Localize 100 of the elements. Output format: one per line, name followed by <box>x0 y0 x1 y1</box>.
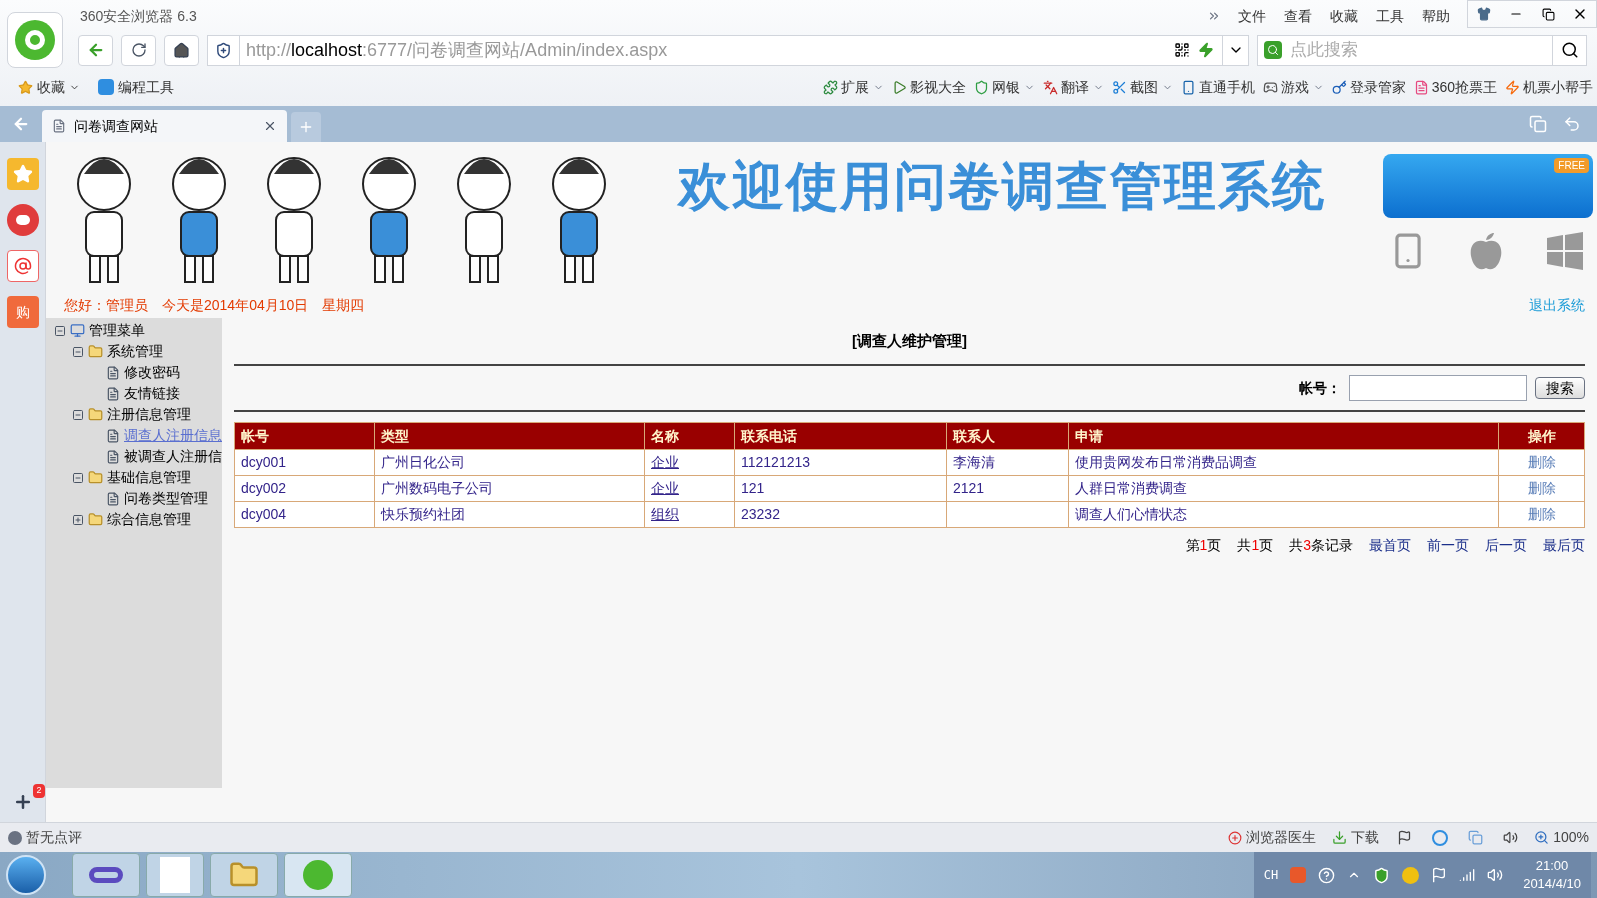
pager-info: 第1页 <box>1185 535 1222 555</box>
network-icon[interactable] <box>1459 867 1476 883</box>
download-icon <box>1332 830 1348 845</box>
zoom-level[interactable]: 100% <box>1553 827 1589 848</box>
toolbar-item[interactable]: 机票小帮手 <box>1523 76 1593 98</box>
volume-icon[interactable] <box>1503 830 1519 845</box>
start-button[interactable] <box>6 855 46 895</box>
delete-link[interactable]: 删除 <box>1527 478 1556 499</box>
toolbar-item[interactable]: 翻译 <box>1060 76 1104 98</box>
menu-item[interactable]: 修改密码 <box>124 362 180 383</box>
bookmark-item[interactable]: 编程工具 <box>118 76 174 98</box>
menu-item[interactable]: 帮助 <box>1413 5 1459 27</box>
type-link[interactable]: 组织 <box>651 504 679 525</box>
pager-link[interactable]: 最后页 <box>1543 534 1585 556</box>
menu-item[interactable]: 友情链接 <box>124 383 180 404</box>
table-cell-text: 调查人们心情状态 <box>1075 505 1187 524</box>
table-cell-text: 李海清 <box>953 453 995 472</box>
window-icon[interactable] <box>1529 115 1547 133</box>
menu-item[interactable]: 管理菜单 <box>89 320 145 341</box>
folder-icon <box>88 344 103 359</box>
menu-item[interactable]: 注册信息管理 <box>107 404 191 425</box>
collapse-icon[interactable] <box>72 345 84 358</box>
volume-icon[interactable] <box>1487 867 1504 883</box>
collapse-icon[interactable] <box>72 408 84 421</box>
address-bar[interactable]: http://localhost:6777/问卷调查网站/Admin/index.aspx <box>207 34 1249 66</box>
menu-item[interactable]: 被调查人注册信 <box>124 446 222 467</box>
plus-icon <box>298 119 314 135</box>
help-icon[interactable] <box>1318 866 1336 884</box>
pager-link[interactable]: 后一页 <box>1485 534 1527 556</box>
back-button[interactable] <box>78 34 113 66</box>
delete-link[interactable]: 删除 <box>1527 452 1556 473</box>
lightning-icon[interactable] <box>1198 42 1214 58</box>
undo-icon[interactable] <box>1563 115 1581 133</box>
mail-icon[interactable] <box>6 250 39 282</box>
toolbar-item[interactable]: 截图 <box>1129 76 1173 98</box>
qr-code-icon[interactable] <box>1174 42 1190 58</box>
table-cell-text: 广州日化公司 <box>381 453 465 472</box>
flag-icon[interactable] <box>1397 830 1413 845</box>
table-cell-text: dcy002 <box>241 479 287 498</box>
delete-link[interactable]: 删除 <box>1527 504 1556 525</box>
table-cell-text: 快乐预约社团 <box>381 505 465 524</box>
bookmark-item[interactable]: 收藏 <box>37 76 80 98</box>
home-button[interactable] <box>164 34 199 66</box>
menu-item[interactable]: 综合信息管理 <box>107 509 191 530</box>
status-item[interactable]: 下载 <box>1351 827 1380 848</box>
toolbar-icon <box>1111 79 1127 95</box>
menu-item[interactable]: 基础信息管理 <box>107 467 191 488</box>
search-engine-icon[interactable] <box>1264 41 1282 59</box>
toolbar-icon <box>1262 79 1278 95</box>
collapse-icon[interactable] <box>72 471 84 484</box>
menu-item[interactable]: 文件 <box>1229 5 1275 27</box>
weibo-icon[interactable] <box>6 204 39 236</box>
close-tab-icon[interactable] <box>263 119 277 133</box>
taskbar-app-icon[interactable] <box>210 853 278 897</box>
folder-icon <box>88 512 103 527</box>
search-field[interactable]: 点此搜索 <box>1257 34 1587 66</box>
window-icon[interactable] <box>1468 830 1484 845</box>
refresh-button[interactable] <box>121 34 156 66</box>
window-title: 360安全浏览器 6.3 <box>80 6 197 26</box>
menu-item[interactable]: 调查人注册信息 <box>124 425 222 446</box>
toolbar-item[interactable]: 登录管家 <box>1349 76 1406 98</box>
taskbar-app-icon[interactable] <box>146 853 204 897</box>
pager-link[interactable]: 最首页 <box>1369 534 1411 556</box>
type-link[interactable]: 企业 <box>651 478 679 499</box>
toolbar-icon <box>1413 79 1429 95</box>
toolbar-item[interactable]: 扩展 <box>840 76 884 98</box>
search-button[interactable]: 搜索 <box>1535 377 1585 399</box>
tray-app-icon[interactable] <box>1402 866 1420 884</box>
search-input[interactable]: 点此搜索 <box>1290 37 1552 63</box>
menu-item[interactable]: 系统管理 <box>107 341 163 362</box>
taskbar-app-icon[interactable] <box>284 853 352 897</box>
expand-icon[interactable] <box>72 513 84 526</box>
clock-date[interactable]: 2014/4/10 <box>1523 875 1581 893</box>
toolbar-item[interactable]: 游戏 <box>1280 76 1324 98</box>
toolbar-item[interactable]: 直通手机 <box>1198 76 1255 98</box>
flag-icon[interactable] <box>1431 867 1448 883</box>
greeting-text: 今天是2014年04月10日 <box>162 295 309 315</box>
more-icon[interactable] <box>1207 9 1221 23</box>
shield-icon[interactable] <box>1373 866 1391 884</box>
clock-time[interactable]: 21:00 <box>1535 857 1569 875</box>
language-indicator[interactable]: CH <box>1263 866 1279 884</box>
menu-item[interactable]: 问卷类型管理 <box>124 488 208 509</box>
browser-tab[interactable]: 问卷调查网站 <box>42 110 287 142</box>
pager-link[interactable]: 前一页 <box>1427 534 1469 556</box>
menu-item[interactable]: 工具 <box>1367 5 1413 27</box>
collapse-icon[interactable] <box>54 324 66 337</box>
type-link[interactable]: 企业 <box>651 452 679 473</box>
refresh-icon <box>130 42 147 58</box>
toolbar-item[interactable]: 360抢票王 <box>1431 76 1497 98</box>
document-icon <box>106 386 120 401</box>
status-item[interactable]: 浏览器医生 <box>1246 827 1317 848</box>
menu-item[interactable]: 查看 <box>1275 5 1321 27</box>
menu-item[interactable]: 收藏 <box>1321 5 1367 27</box>
toolbar-item[interactable]: 网银 <box>991 76 1035 98</box>
account-input[interactable] <box>1349 375 1527 401</box>
toolbar-item[interactable]: 影视大全 <box>909 76 966 98</box>
taskbar-app-icon[interactable] <box>72 853 140 897</box>
infinity-icon <box>89 867 123 883</box>
medical-cross-icon <box>1228 830 1243 845</box>
toolbar-icon <box>1505 79 1520 95</box>
